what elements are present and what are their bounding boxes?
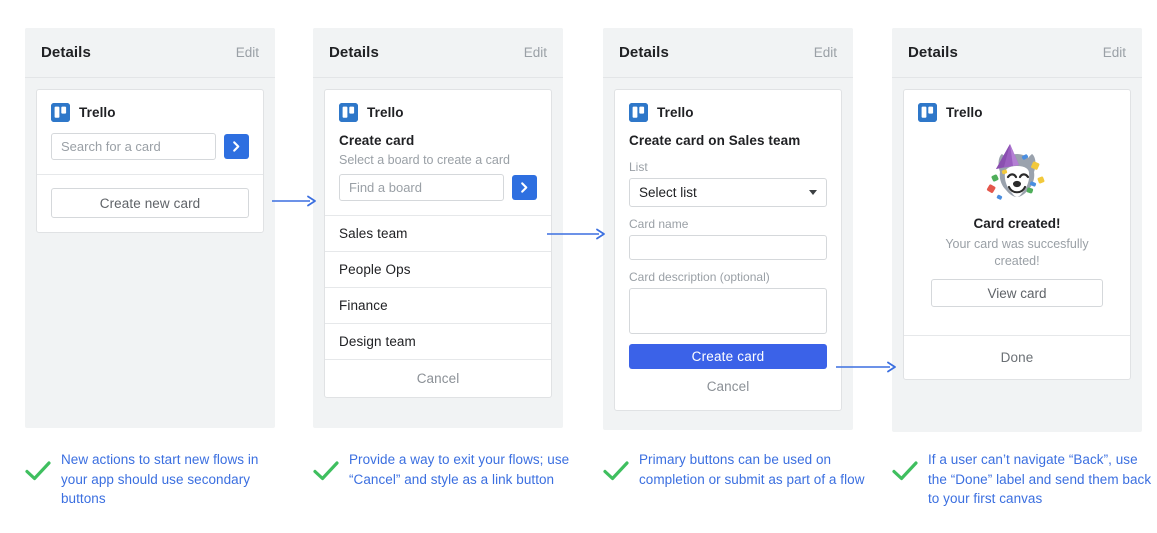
app-identity-row: Trello [339, 103, 537, 122]
app-name: Trello [657, 105, 694, 120]
page-title: Details [41, 44, 91, 61]
card-description-field: Card description (optional) [629, 270, 827, 334]
find-board-row: Find a board [339, 174, 537, 201]
flow-step-3: Details Edit Trello [603, 28, 853, 430]
search-input[interactable]: Search for a card [51, 133, 216, 160]
details-panel: Details Edit Trello [313, 28, 563, 428]
flow-diagram: Details Edit Trello [0, 0, 1157, 533]
caption-2: Provide a way to exit your flows; use “C… [313, 450, 575, 489]
list-item[interactable]: Finance [325, 287, 551, 323]
details-panel: Details Edit Trello [603, 28, 853, 430]
caption-text: Provide a way to exit your flows; use “C… [349, 450, 575, 489]
panel-header: Details Edit [892, 28, 1142, 78]
card-description-label: Card description (optional) [629, 270, 827, 284]
section-title: Create card [339, 133, 537, 148]
app-identity-row: Trello [629, 103, 827, 122]
search-input-placeholder: Search for a card [61, 139, 161, 154]
trello-card: Trello [903, 89, 1131, 380]
chevron-right-icon [518, 181, 531, 194]
page-title: Details [619, 44, 669, 61]
app-name: Trello [367, 105, 404, 120]
cancel-button[interactable]: Cancel [325, 359, 551, 397]
find-board-input[interactable]: Find a board [339, 174, 504, 201]
card-name-label: Card name [629, 217, 827, 231]
flow-step-1: Details Edit Trello [25, 28, 275, 428]
trello-icon [339, 103, 358, 122]
flow-arrow-3-to-4 [836, 360, 898, 372]
trello-card: Trello Search for a card [36, 89, 264, 233]
trello-icon [629, 103, 648, 122]
find-board-submit-button[interactable] [512, 175, 537, 200]
caption-text: New actions to start new flows in your a… [61, 450, 287, 509]
caption-4: If a user can’t navigate “Back”, use the… [892, 450, 1154, 509]
trello-icon [918, 103, 937, 122]
search-row: Search for a card [51, 133, 249, 160]
party-husky-sticker-icon [980, 139, 1054, 209]
caption-text: Primary buttons can be used on completio… [639, 450, 865, 489]
green-check-icon [313, 461, 339, 486]
search-submit-button[interactable] [224, 134, 249, 159]
page-title: Details [908, 44, 958, 61]
edit-link[interactable]: Edit [1103, 45, 1126, 60]
done-button[interactable]: Done [904, 335, 1130, 379]
card-body: Trello Search for a card [37, 90, 263, 174]
list-select-value: Select list [639, 185, 697, 200]
find-board-placeholder: Find a board [349, 180, 422, 195]
card-body: Trello Create card on Sales team List Se… [615, 90, 841, 410]
trello-icon [51, 103, 70, 122]
list-item[interactable]: Design team [325, 323, 551, 359]
flow-arrow-2-to-3 [547, 227, 607, 239]
list-item[interactable]: Sales team [325, 215, 551, 251]
panel-header: Details Edit [313, 28, 563, 78]
flow-step-2: Details Edit Trello [313, 28, 563, 428]
list-field: List Select list [629, 160, 827, 207]
create-card-button[interactable]: Create card [629, 344, 827, 369]
create-new-card-button[interactable]: Create new card [51, 188, 249, 218]
card-footer: Create new card [37, 175, 263, 232]
edit-link[interactable]: Edit [524, 45, 547, 60]
success-state: Card created! Your card was succesfully … [918, 133, 1116, 321]
view-card-button[interactable]: View card [931, 279, 1103, 307]
flow-step-4: Details Edit Trello [892, 28, 1142, 432]
card-name-input[interactable] [629, 235, 827, 260]
page-title: Details [329, 44, 379, 61]
cancel-button[interactable]: Cancel [629, 369, 827, 396]
app-name: Trello [946, 105, 983, 120]
green-check-icon [892, 461, 918, 486]
caption-1: New actions to start new flows in your a… [25, 450, 287, 509]
edit-link[interactable]: Edit [236, 45, 259, 60]
edit-link[interactable]: Edit [814, 45, 837, 60]
app-identity-row: Trello [918, 103, 1116, 122]
app-name: Trello [79, 105, 116, 120]
flow-arrow-1-to-2 [272, 194, 318, 206]
details-panel: Details Edit Trello [892, 28, 1142, 432]
success-title: Card created! [973, 216, 1060, 231]
card-body: Trello Create card Select a board to cre… [325, 90, 551, 215]
panel-header: Details Edit [603, 28, 853, 78]
panel-header: Details Edit [25, 28, 275, 78]
caption-text: If a user can’t navigate “Back”, use the… [928, 450, 1154, 509]
section-subtitle: Select a board to create a card [339, 153, 537, 167]
green-check-icon [25, 461, 51, 486]
green-check-icon [603, 461, 629, 486]
success-subtitle: Your card was succesfully created! [932, 236, 1102, 270]
card-body: Trello [904, 90, 1130, 335]
chevron-right-icon [230, 140, 243, 153]
card-name-field: Card name [629, 217, 827, 260]
list-select[interactable]: Select list [629, 178, 827, 207]
chevron-down-icon [809, 190, 817, 195]
trello-card: Trello Create card on Sales team List Se… [614, 89, 842, 411]
list-item[interactable]: People Ops [325, 251, 551, 287]
card-description-textarea[interactable] [629, 288, 827, 334]
app-identity-row: Trello [51, 103, 249, 122]
caption-3: Primary buttons can be used on completio… [603, 450, 865, 489]
details-panel: Details Edit Trello [25, 28, 275, 428]
trello-card: Trello Create card Select a board to cre… [324, 89, 552, 398]
section-title: Create card on Sales team [629, 133, 827, 148]
list-field-label: List [629, 160, 827, 174]
